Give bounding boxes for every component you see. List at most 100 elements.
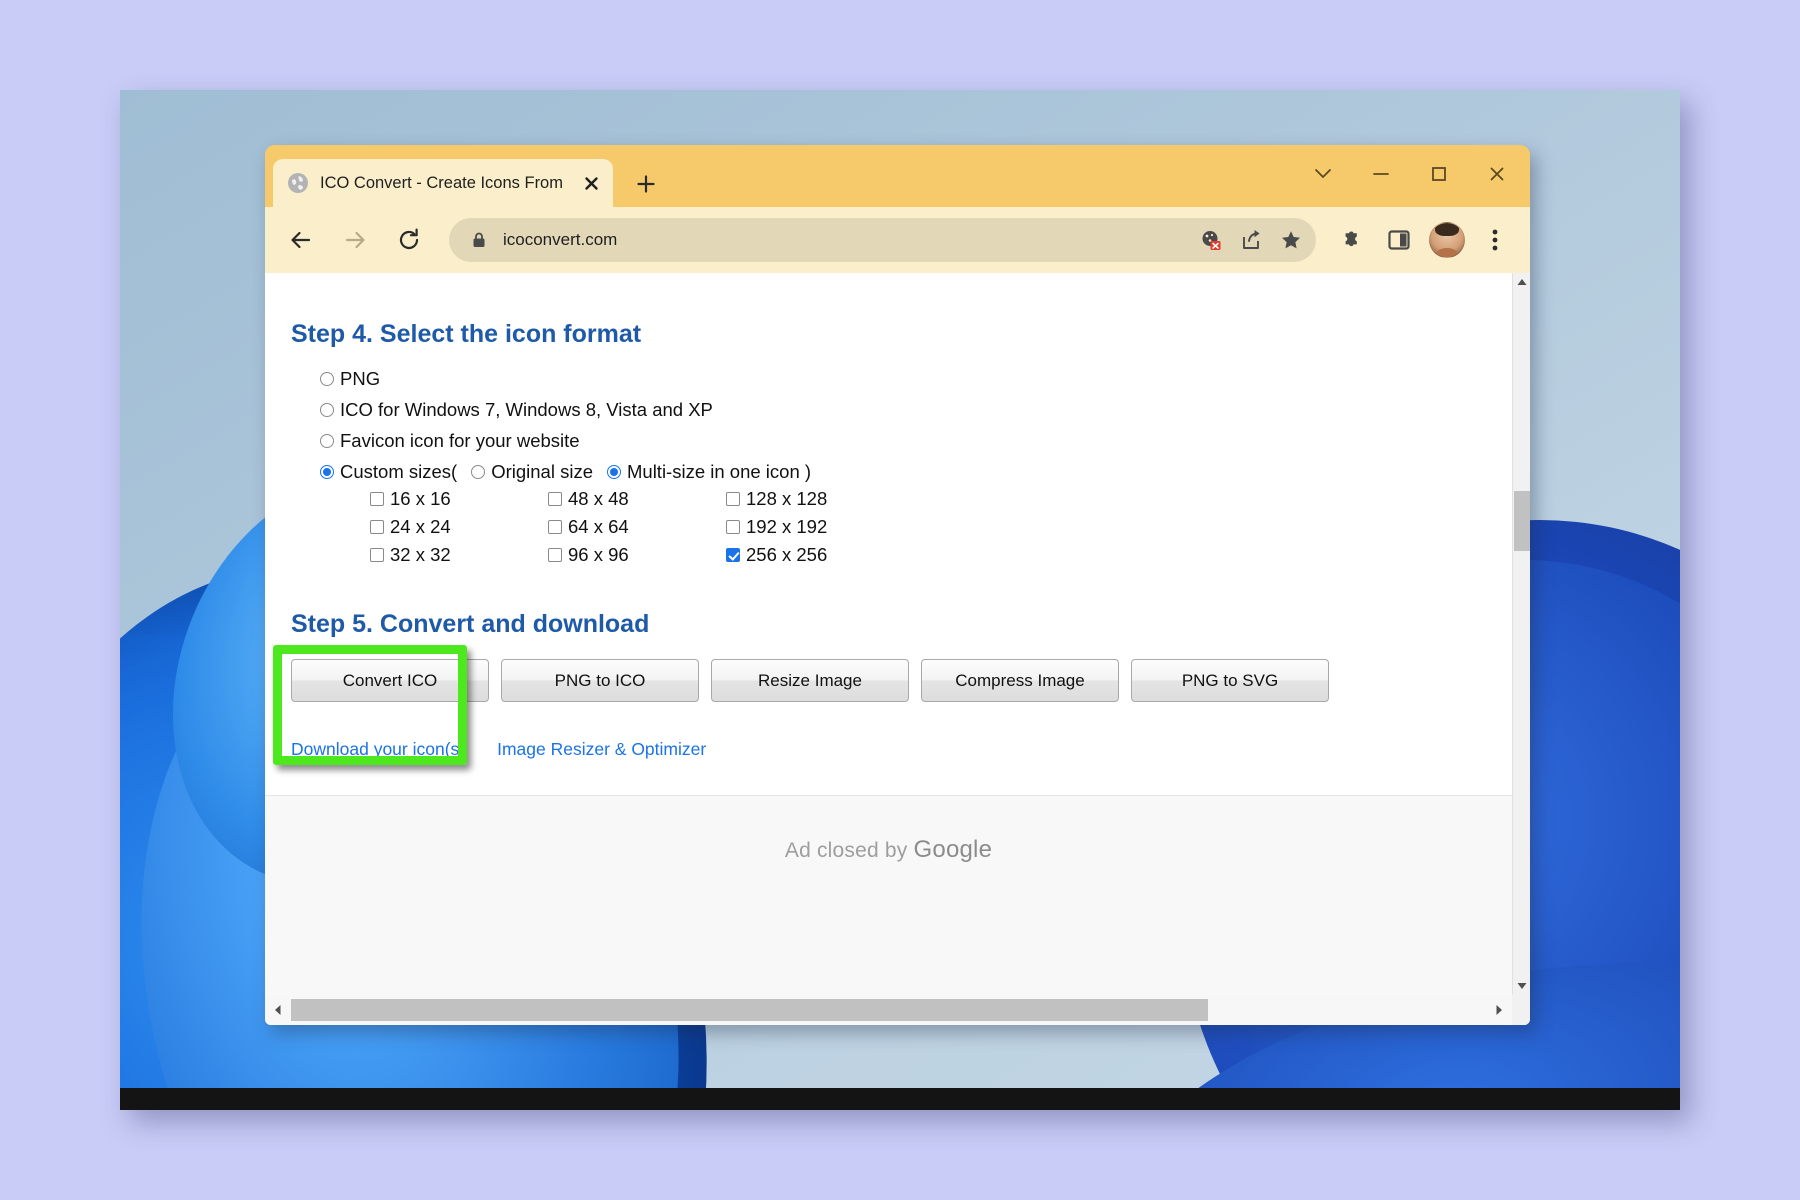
icon-size-checkbox-grid: 16 x 16 48 x 48 128 x 128 24 x 24 — [370, 485, 904, 569]
minimize-button[interactable] — [1352, 153, 1410, 195]
checkbox-label: 48 x 48 — [568, 488, 629, 510]
radio-label: Favicon icon for your website — [340, 430, 580, 452]
back-icon[interactable] — [279, 218, 323, 262]
scroll-left-icon[interactable] — [265, 995, 291, 1025]
icon-format-radio-group: PNG ICO for Windows 7, Windows 8, Vista … — [320, 363, 811, 487]
lock-icon — [469, 230, 489, 250]
page-content: Step 4. Select the icon format PNG ICO f… — [265, 273, 1512, 995]
checkbox-48x48[interactable]: 48 x 48 — [548, 485, 726, 513]
browser-tab-active[interactable]: ICO Convert - Create Icons From — [273, 159, 613, 207]
radio-label-multi-size: Multi-size in one icon ) — [627, 461, 811, 483]
radio-indicator[interactable] — [320, 465, 334, 479]
scrollbar-corner — [1512, 995, 1530, 1025]
address-bar[interactable]: icoconvert.com — [449, 218, 1316, 262]
checkbox-indicator[interactable] — [370, 492, 384, 506]
checkbox-96x96[interactable]: 96 x 96 — [548, 541, 726, 569]
checkbox-label: 128 x 128 — [746, 488, 827, 510]
png-to-svg-button[interactable]: PNG to SVG — [1131, 659, 1329, 702]
checkbox-indicator[interactable] — [548, 548, 562, 562]
radio-indicator-multi-size[interactable] — [607, 465, 621, 479]
checkbox-label: 96 x 96 — [568, 544, 629, 566]
radio-indicator[interactable] — [320, 403, 334, 417]
download-icons-link[interactable]: Download your icon(s) — [291, 739, 465, 760]
extensions-puzzle-icon[interactable] — [1330, 219, 1372, 261]
step-4-heading: Step 4. Select the icon format — [291, 320, 641, 349]
ad-closed-prefix: Ad closed by — [785, 839, 914, 862]
download-link-row: Download your icon(s) Image Resizer & Op… — [291, 739, 706, 760]
convert-ico-button[interactable]: Convert ICO — [291, 659, 489, 702]
avatar — [1429, 222, 1465, 258]
checkbox-64x64[interactable]: 64 x 64 — [548, 513, 726, 541]
scroll-right-icon[interactable] — [1486, 995, 1512, 1025]
checkbox-indicator[interactable] — [370, 548, 384, 562]
resize-image-button[interactable]: Resize Image — [711, 659, 909, 702]
tab-search-button[interactable] — [1294, 153, 1352, 195]
maximize-button[interactable] — [1410, 153, 1468, 195]
checkbox-24x24[interactable]: 24 x 24 — [370, 513, 548, 541]
browser-toolbar: icoconvert.com — [265, 207, 1530, 273]
checkbox-label: 16 x 16 — [390, 488, 451, 510]
radio-option-favicon[interactable]: Favicon icon for your website — [320, 425, 811, 456]
radio-option-custom-sizes[interactable]: Custom sizes( Original size Multi-size i… — [320, 456, 811, 487]
radio-label: PNG — [340, 368, 380, 390]
close-window-button[interactable] — [1468, 153, 1526, 195]
checkbox-label: 24 x 24 — [390, 516, 451, 538]
share-icon[interactable] — [1232, 221, 1270, 259]
new-tab-button[interactable] — [629, 167, 663, 201]
horizontal-scrollbar[interactable] — [265, 995, 1512, 1025]
checkbox-indicator[interactable] — [726, 548, 740, 562]
png-to-ico-button[interactable]: PNG to ICO — [501, 659, 699, 702]
browser-window: ICO Convert - Create Icons From — [265, 145, 1530, 1025]
desktop-bottom-edge — [120, 1088, 1680, 1110]
page-viewport: Step 4. Select the icon format PNG ICO f… — [265, 273, 1530, 1025]
horizontal-scrollbar-thumb[interactable] — [291, 999, 1208, 1021]
ad-closed-label: Ad closed by Google — [265, 836, 1512, 864]
checkbox-indicator[interactable] — [548, 492, 562, 506]
step-5-heading: Step 5. Convert and download — [291, 610, 649, 639]
address-bar-url: icoconvert.com — [503, 230, 1190, 250]
checkbox-32x32[interactable]: 32 x 32 — [370, 541, 548, 569]
link-spacer — [465, 739, 497, 760]
action-button-row: Convert ICO PNG to ICO Resize Image Comp… — [291, 659, 1329, 702]
checkbox-indicator[interactable] — [726, 492, 740, 506]
radio-option-ico-windows[interactable]: ICO for Windows 7, Windows 8, Vista and … — [320, 394, 811, 425]
vertical-scrollbar-thumb[interactable] — [1514, 491, 1530, 551]
desktop-screenshot: ICO Convert - Create Icons From — [120, 90, 1680, 1110]
window-controls — [1294, 153, 1526, 195]
tab-strip: ICO Convert - Create Icons From — [265, 145, 1530, 207]
compress-image-button[interactable]: Compress Image — [921, 659, 1119, 702]
close-icon[interactable] — [579, 171, 603, 195]
reload-icon[interactable] — [387, 218, 431, 262]
google-wordmark: Google — [914, 836, 993, 863]
radio-option-png[interactable]: PNG — [320, 363, 811, 394]
checkbox-128x128[interactable]: 128 x 128 — [726, 485, 904, 513]
radio-indicator-original-size[interactable] — [471, 465, 485, 479]
checkbox-indicator[interactable] — [548, 520, 562, 534]
checkbox-label: 256 x 256 — [746, 544, 827, 566]
radio-label: Custom sizes( — [340, 461, 457, 483]
scroll-up-icon[interactable] — [1513, 273, 1530, 291]
vertical-scrollbar[interactable] — [1512, 273, 1530, 995]
checkbox-16x16[interactable]: 16 x 16 — [370, 485, 548, 513]
checkbox-label: 32 x 32 — [390, 544, 451, 566]
radio-label-original-size: Original size — [491, 461, 593, 483]
image-resizer-optimizer-link[interactable]: Image Resizer & Optimizer — [497, 739, 706, 760]
globe-icon — [287, 172, 309, 194]
checkbox-label: 64 x 64 — [568, 516, 629, 538]
cookie-blocked-icon[interactable] — [1192, 221, 1230, 259]
forward-icon — [333, 218, 377, 262]
checkbox-indicator[interactable] — [370, 520, 384, 534]
browser-tab-title: ICO Convert - Create Icons From — [320, 175, 575, 192]
bookmark-star-icon[interactable] — [1272, 221, 1310, 259]
radio-label: ICO for Windows 7, Windows 8, Vista and … — [340, 399, 713, 421]
profile-avatar[interactable] — [1426, 219, 1468, 261]
checkbox-indicator[interactable] — [726, 520, 740, 534]
checkbox-192x192[interactable]: 192 x 192 — [726, 513, 904, 541]
scroll-down-icon[interactable] — [1513, 977, 1530, 995]
side-panel-icon[interactable] — [1378, 219, 1420, 261]
radio-indicator[interactable] — [320, 434, 334, 448]
chrome-menu-icon[interactable] — [1474, 219, 1516, 261]
checkbox-256x256[interactable]: 256 x 256 — [726, 541, 904, 569]
radio-indicator[interactable] — [320, 372, 334, 386]
ad-slot: Ad closed by Google — [265, 795, 1512, 995]
